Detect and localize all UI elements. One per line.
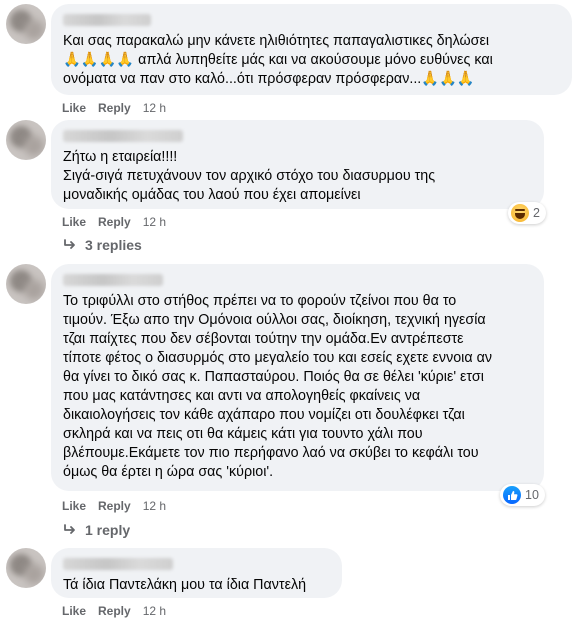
author-name-redacted[interactable] [63,558,173,570]
reaction-count[interactable]: 2 [508,202,546,224]
timestamp[interactable]: 12 h [143,604,166,618]
avatar[interactable] [6,4,46,44]
view-replies-link[interactable]: 3 replies [63,237,142,253]
avatar[interactable] [6,120,46,160]
like-button[interactable]: Like [62,215,86,229]
timestamp[interactable]: 12 h [143,499,166,513]
reply-button[interactable]: Reply [98,499,131,513]
reply-arrow-icon [64,524,75,534]
replies-label: 3 replies [85,237,142,253]
comment-actions: Like Reply 12 h [62,499,166,513]
comment-text: Και σας παρακαλώ μην κάνετε ηλιθιότητες … [63,33,493,87]
like-thumb-icon [503,486,521,504]
comment-text: Ζήτω η εταιρεία!!!! Σιγά-σιγά πετυχάνουν… [63,149,436,203]
reply-button[interactable]: Reply [98,604,131,618]
like-button[interactable]: Like [62,101,86,115]
comment-text: Τά ίδια Παντελάκη μου τα ίδια Παντελή [63,577,307,593]
haha-emoji-icon [511,204,529,222]
view-replies-link[interactable]: 1 reply [63,522,130,538]
comment-text: Το τριφύλλι στο στήθος πρέπει να το φορο… [63,293,492,480]
comment-actions: Like Reply 12 h [62,215,166,229]
like-button[interactable]: Like [62,604,86,618]
avatar[interactable] [6,264,46,304]
comment-bubble: Και σας παρακαλώ μην κάνετε ηλιθιότητες … [51,4,572,95]
replies-label: 1 reply [85,522,131,538]
avatar[interactable] [6,548,46,588]
reply-button[interactable]: Reply [98,101,131,115]
reaction-count-value: 2 [533,206,540,220]
author-name-redacted[interactable] [63,14,151,26]
comment-bubble: Ζήτω η εταιρεία!!!! Σιγά-σιγά πετυχάνουν… [51,120,544,209]
author-name-redacted[interactable] [63,274,163,286]
comment-bubble: Το τριφύλλι στο στήθος πρέπει να το φορο… [51,264,544,491]
like-button[interactable]: Like [62,499,86,513]
timestamp[interactable]: 12 h [143,101,166,115]
author-name-redacted[interactable] [63,130,183,142]
reaction-count[interactable]: 10 [500,484,545,506]
comment-actions: Like Reply 12 h [62,604,166,618]
comment-actions: Like Reply 12 h [62,101,166,115]
timestamp[interactable]: 12 h [143,215,166,229]
reply-button[interactable]: Reply [98,215,131,229]
reply-arrow-icon [64,239,75,249]
reaction-count-value: 10 [525,488,539,502]
comment-bubble: Τά ίδια Παντελάκη μου τα ίδια Παντελή [51,548,342,598]
